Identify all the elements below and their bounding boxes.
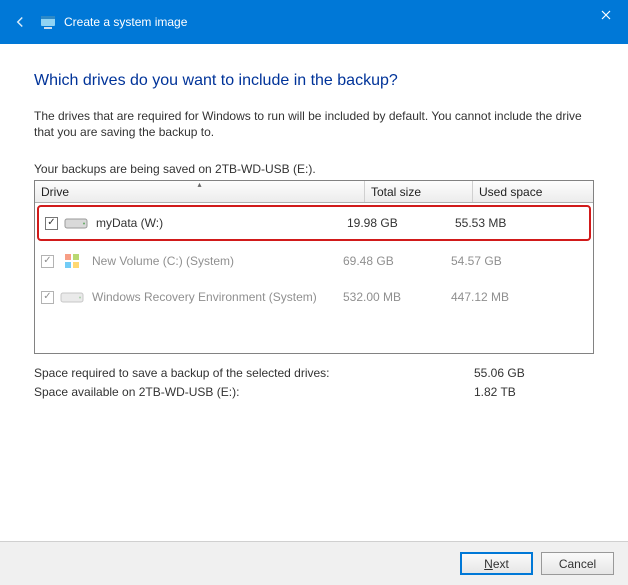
table-row: ✓ Windows Recovery Environment (System) … bbox=[35, 279, 593, 315]
check-icon: ✓ bbox=[43, 256, 51, 266]
table-body: ✓ myData (W:) 19.98 GB 55.53 MB ✓ bbox=[35, 205, 593, 353]
column-label: Used space bbox=[479, 185, 542, 199]
cell-total: 19.98 GB bbox=[347, 216, 455, 230]
next-accel: N bbox=[484, 557, 493, 571]
drive-name: New Volume (C:) (System) bbox=[92, 254, 234, 268]
system-image-wizard: Create a system image Which drives do yo… bbox=[0, 0, 628, 585]
summary-value: 55.06 GB bbox=[474, 366, 574, 380]
app-icon bbox=[40, 14, 56, 30]
column-label: Drive bbox=[41, 185, 69, 199]
save-location-text: Your backups are being saved on 2TB-WD-U… bbox=[34, 162, 594, 176]
drive-checkbox: ✓ bbox=[41, 291, 54, 304]
check-icon: ✓ bbox=[43, 292, 51, 302]
cell-total: 532.00 MB bbox=[343, 290, 451, 304]
drive-checkbox: ✓ bbox=[41, 255, 54, 268]
column-header-total[interactable]: Total size bbox=[365, 181, 473, 202]
drives-table: Drive ▴ Total size Used space ✓ bbox=[34, 180, 594, 354]
window-title: Create a system image bbox=[64, 15, 187, 29]
description-text: The drives that are required for Windows… bbox=[34, 108, 594, 140]
next-rest: ext bbox=[493, 557, 509, 571]
summary-value: 1.82 TB bbox=[474, 385, 574, 399]
table-row[interactable]: ✓ myData (W:) 19.98 GB 55.53 MB bbox=[37, 205, 591, 241]
cell-drive: myData (W:) bbox=[64, 214, 347, 232]
drive-checkbox[interactable]: ✓ bbox=[45, 217, 58, 230]
summary-row-available: Space available on 2TB-WD-USB (E:): 1.82… bbox=[34, 385, 594, 399]
cell-total: 69.48 GB bbox=[343, 254, 451, 268]
footer: Next Cancel bbox=[0, 541, 628, 585]
column-header-drive[interactable]: Drive ▴ bbox=[35, 181, 365, 202]
cell-drive: New Volume (C:) (System) bbox=[60, 252, 343, 270]
drive-name: Windows Recovery Environment (System) bbox=[92, 290, 317, 304]
summary-row-required: Space required to save a backup of the s… bbox=[34, 366, 594, 380]
page-heading: Which drives do you want to include in t… bbox=[34, 72, 594, 90]
table-header[interactable]: Drive ▴ Total size Used space bbox=[35, 181, 593, 203]
cancel-label: Cancel bbox=[559, 557, 596, 571]
hdd-icon bbox=[64, 214, 88, 232]
cancel-button[interactable]: Cancel bbox=[541, 552, 614, 575]
table-row: ✓ New Volume (C:) (System) 69.48 GB 54.5… bbox=[35, 243, 593, 279]
check-icon: ✓ bbox=[47, 218, 55, 228]
summary-label: Space required to save a backup of the s… bbox=[34, 366, 474, 380]
windows-drive-icon bbox=[60, 252, 84, 270]
hdd-icon bbox=[60, 288, 84, 306]
next-button[interactable]: Next bbox=[460, 552, 533, 575]
cell-used: 447.12 MB bbox=[451, 290, 569, 304]
cell-used: 54.57 GB bbox=[451, 254, 569, 268]
drive-name: myData (W:) bbox=[96, 216, 163, 230]
summary: Space required to save a backup of the s… bbox=[34, 366, 594, 404]
close-button[interactable] bbox=[583, 0, 628, 30]
back-button[interactable] bbox=[0, 13, 40, 31]
sort-indicator-icon: ▴ bbox=[197, 180, 201, 189]
summary-label: Space available on 2TB-WD-USB (E:): bbox=[34, 385, 474, 399]
column-label: Total size bbox=[371, 185, 421, 199]
titlebar: Create a system image bbox=[0, 0, 628, 44]
column-header-used[interactable]: Used space bbox=[473, 181, 591, 202]
cell-used: 55.53 MB bbox=[455, 216, 573, 230]
cell-drive: Windows Recovery Environment (System) bbox=[60, 288, 343, 306]
content-area: Which drives do you want to include in t… bbox=[0, 44, 628, 541]
